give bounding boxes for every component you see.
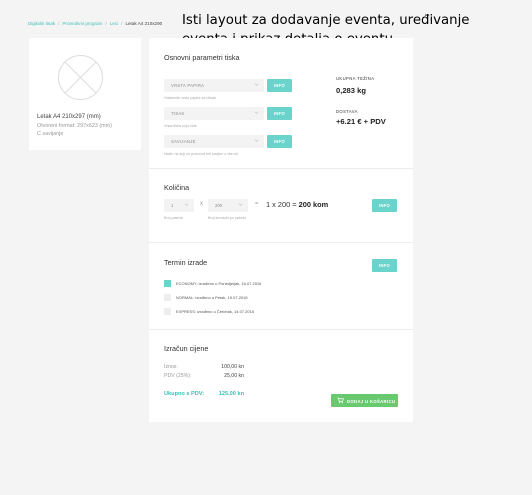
amount-value: 100,00 kn <box>221 364 244 370</box>
express-checkbox[interactable] <box>164 308 171 315</box>
chevron-down-icon <box>238 203 243 206</box>
weight-label: UKUPNA TEŽINA <box>336 76 375 81</box>
amount-label: Iznos: <box>164 364 178 370</box>
print-type-select[interactable]: TISAK <box>164 107 264 120</box>
quantity-info-button[interactable]: INFO <box>372 199 397 212</box>
express-option-label: EXPRESS: izrađeno u Četvrtak, 14.07.2016 <box>176 309 255 314</box>
select-value: TISAK <box>171 111 185 116</box>
print-params-section: Osnovni parametri tiska VRSTA PAPIRA Oda… <box>149 38 413 169</box>
add-to-cart-label: DODAJ U KOŠARICU <box>347 398 396 404</box>
cart-icon <box>337 397 344 404</box>
image-placeholder-icon <box>58 55 103 100</box>
product-fold: C savijanje <box>37 131 64 137</box>
select-value: 1 <box>171 203 174 208</box>
select-value: SAVIJANJE <box>171 139 196 144</box>
packages-hint: Broj paketa <box>164 216 183 220</box>
product-card: Letak A4 210x297 (mm) Otvoreni format: 2… <box>29 38 141 150</box>
times-sign: x <box>200 201 203 207</box>
product-name: Letak A4 210x297 (mm) <box>37 114 101 120</box>
per-package-select[interactable]: 200 <box>208 199 248 212</box>
normal-checkbox[interactable] <box>164 294 171 301</box>
breadcrumb-link-digital-print[interactable]: Digitalni tisak <box>28 21 55 26</box>
chevron-down-icon <box>254 139 259 142</box>
select-value: VRSTA PAPIRA <box>171 83 205 88</box>
per-package-hint: Broj komada po paketu <box>208 216 246 220</box>
order-panel: Osnovni parametri tiska VRSTA PAPIRA Oda… <box>149 38 413 422</box>
fold-hint: Način na koji će proizvod biti savijen u… <box>164 152 238 156</box>
breadcrumb-link-flyers[interactable]: Leci <box>110 21 118 26</box>
product-open-format: Otvoreni format: 297x623 (mm) <box>37 123 112 129</box>
breadcrumb-link-promo[interactable]: Promotivni program <box>62 21 102 26</box>
total-value: 125,00 kn <box>218 391 244 397</box>
breadcrumb-separator: / <box>58 21 60 26</box>
vat-value: 25,00 kn <box>224 373 244 379</box>
breadcrumb-separator: / <box>121 21 123 26</box>
quantity-formula: 1 x 200 = 200 kom <box>266 200 328 209</box>
packages-select[interactable]: 1 <box>164 199 194 212</box>
breadcrumb-current: Letak A4 210x290 <box>125 21 163 26</box>
section-title: Osnovni parametri tiska <box>164 53 240 62</box>
fold-info-button[interactable]: INFO <box>267 135 292 148</box>
normal-option-label: NORMAL: izrađeno u Petak, 15.07.2016 <box>176 295 248 300</box>
add-to-cart-button[interactable]: DODAJ U KOŠARICU <box>331 394 398 407</box>
fold-select[interactable]: SAVIJANJE <box>164 135 264 148</box>
formula-total: 200 kom <box>298 200 329 209</box>
equals-sign: = <box>255 201 259 207</box>
weight-value: 0,283 kg <box>336 86 366 95</box>
section-title: Količina <box>164 183 190 192</box>
formula-prefix: 1 x 200 = <box>266 200 299 209</box>
paper-type-select[interactable]: VRSTA PAPIRA <box>164 79 264 92</box>
select-value: 200 <box>215 203 222 208</box>
breadcrumb: Digitalni tisak / Promotivni program / Leci /… <box>28 21 162 26</box>
delivery-label: DOSTAVA <box>336 109 358 114</box>
print-type-hint: Vrsta tiska koju ćete <box>164 124 197 128</box>
chevron-down-icon <box>254 111 259 114</box>
section-title: Termin izrade <box>164 258 208 267</box>
paper-type-hint: Odaberite vrstu papira za otisak <box>164 96 217 100</box>
pricing-title: Izračun cijene <box>164 344 209 353</box>
delivery-value: +6.21 € + PDV <box>336 117 386 126</box>
chevron-down-icon <box>184 203 189 206</box>
paper-info-button[interactable]: INFO <box>267 79 292 92</box>
chevron-down-icon <box>254 83 259 86</box>
economy-checkbox[interactable] <box>164 280 171 287</box>
economy-option-label: ECONOMY: izrađeno u Ponedjeljak, 16.07.2… <box>176 281 262 286</box>
print-info-button[interactable]: INFO <box>267 107 292 120</box>
breadcrumb-separator: / <box>105 21 107 26</box>
deadline-section: Termin izrade <box>149 243 413 330</box>
deadline-info-button[interactable]: INFO <box>372 259 397 272</box>
